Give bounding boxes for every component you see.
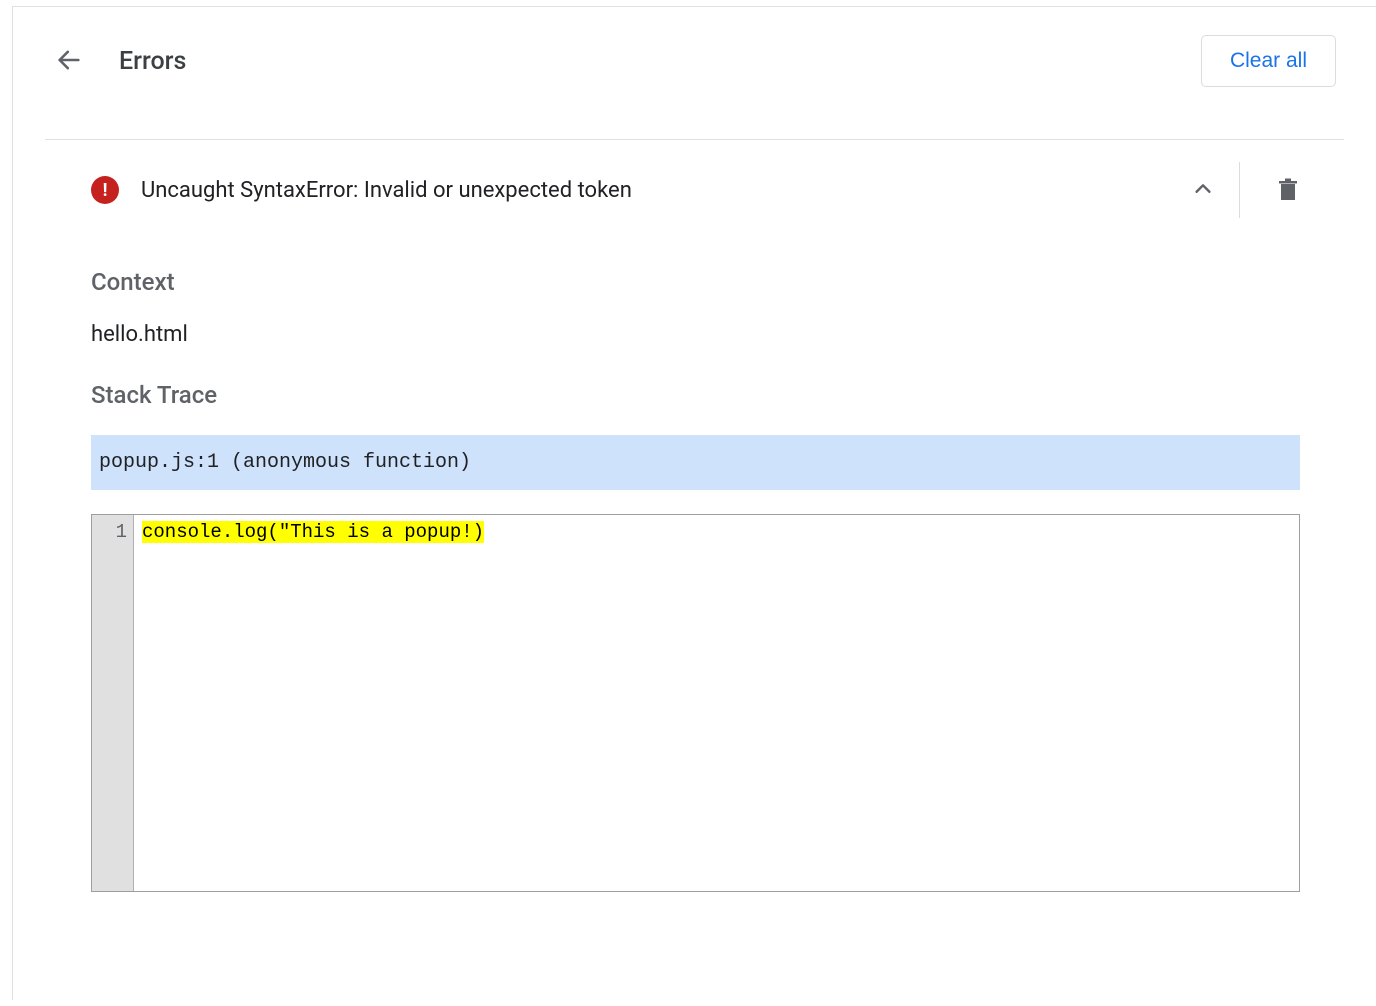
code-viewer: 1 console.log("This is a popup!) — [91, 514, 1300, 892]
context-value: hello.html — [91, 322, 1336, 347]
clear-all-button[interactable]: Clear all — [1201, 35, 1336, 87]
line-number: 1 — [92, 521, 127, 543]
chevron-up-icon — [1192, 178, 1214, 203]
context-heading: Context — [91, 268, 1336, 296]
delete-error-button[interactable] — [1240, 162, 1336, 218]
line-number-gutter: 1 — [92, 515, 134, 891]
error-icon: ! — [91, 176, 119, 204]
code-content: console.log("This is a popup!) — [134, 515, 1299, 891]
back-button[interactable] — [53, 45, 85, 77]
collapse-button[interactable] — [1167, 162, 1239, 218]
error-message: Uncaught SyntaxError: Invalid or unexpec… — [141, 178, 1145, 203]
trash-icon — [1276, 176, 1300, 205]
page-title: Errors — [119, 47, 186, 76]
page-header: Errors Clear all — [53, 35, 1336, 139]
code-highlight: console.log("This is a popup!) — [142, 521, 484, 543]
stack-frame[interactable]: popup.js:1 (anonymous function) — [91, 435, 1300, 490]
error-summary-row[interactable]: ! Uncaught SyntaxError: Invalid or unexp… — [53, 140, 1336, 240]
arrow-left-icon — [55, 46, 83, 77]
stack-trace-heading: Stack Trace — [91, 381, 1336, 409]
error-details: Context hello.html Stack Trace popup.js:… — [53, 240, 1336, 892]
